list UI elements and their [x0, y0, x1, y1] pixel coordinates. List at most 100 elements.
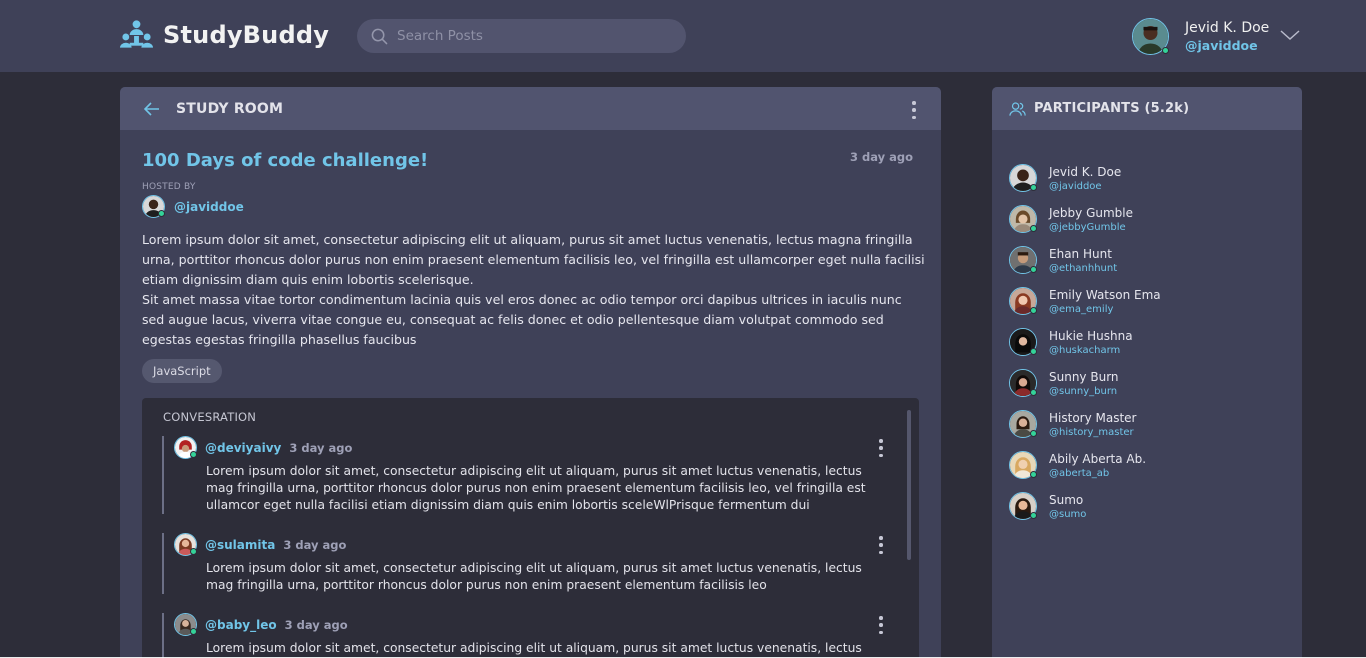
participant-item[interactable]: History Master @history_master [1009, 410, 1137, 438]
participants-title: PARTICIPANTS (5.2k) [1034, 101, 1190, 116]
study-room-label: STUDY ROOM [176, 100, 284, 117]
message-author[interactable]: @baby_leo [205, 618, 277, 632]
avatar[interactable] [1009, 451, 1037, 479]
message-time: 3 day ago [284, 617, 348, 632]
avatar[interactable] [1009, 164, 1037, 192]
participant-name: Sunny Burn [1049, 369, 1119, 384]
logo[interactable]: StudyBuddy [119, 18, 329, 52]
participant-item[interactable]: Abily Aberta Ab. @aberta_ab [1009, 451, 1146, 479]
room-timestamp: 3 day ago [849, 150, 913, 164]
arrow-left-icon[interactable] [144, 101, 160, 116]
participant-item[interactable]: Sunny Burn @sunny_burn [1009, 369, 1119, 397]
description-paragraph: Sit amet massa vitae tortor condimentum … [142, 292, 902, 347]
message-item: @sulamita 3 day ago Lorem ipsum dolor si… [162, 533, 862, 594]
participant-name: Hukie Hushna [1049, 328, 1133, 343]
participant-item[interactable]: Emily Watson Ema @ema_emily [1009, 287, 1161, 315]
avatar[interactable] [1009, 205, 1037, 233]
scrollbar[interactable] [907, 410, 911, 560]
search-bar[interactable] [357, 19, 686, 53]
room-title: 100 Days of code challenge! [142, 150, 429, 171]
participants-panel: PARTICIPANTS (5.2k) Jevid K. Doe @javiddo… [992, 87, 1302, 658]
participant-handle: @javiddoe [1049, 180, 1102, 192]
avatar[interactable] [1009, 287, 1037, 315]
topic-tag[interactable]: JavaScript [142, 359, 222, 383]
conversation-panel: CONVESRATION @deviyaivy 3 day ago Lorem … [142, 398, 919, 658]
online-indicator [1030, 225, 1037, 232]
message-body: Lorem ipsum dolor sit amet, consectetur … [206, 641, 862, 655]
avatar[interactable] [174, 613, 197, 636]
participant-handle: @ema_emily [1049, 303, 1114, 315]
online-indicator [1030, 389, 1037, 396]
online-indicator [1030, 266, 1037, 273]
study-room-panel: STUDY ROOM 100 Days of code challenge! 3… [120, 87, 941, 658]
host-avatar[interactable] [142, 195, 165, 218]
user-info: Jevid K. Doe @javiddoe [1185, 20, 1269, 54]
message-item: @baby_leo 3 day ago Lorem ipsum dolor si… [162, 613, 862, 658]
top-header: StudyBuddy Jevid K. Doe @javiddoe [0, 0, 1366, 72]
avatar[interactable] [1009, 369, 1037, 397]
message-time: 3 day ago [283, 537, 347, 552]
avatar[interactable] [1132, 18, 1169, 55]
participant-item[interactable]: Jebby Gumble @jebbyGumble [1009, 205, 1133, 233]
online-indicator [1030, 512, 1037, 519]
participant-name: Emily Watson Ema [1049, 287, 1161, 302]
participant-name: Sumo [1049, 492, 1084, 507]
participant-handle: @jebbyGumble [1049, 221, 1126, 233]
app-name: StudyBuddy [163, 21, 330, 49]
host-info[interactable]: @javiddoe [142, 195, 244, 218]
participant-handle: @sunny_burn [1049, 385, 1118, 397]
participant-item[interactable]: Hukie Hushna @huskacharm [1009, 328, 1133, 356]
online-indicator [1162, 47, 1169, 54]
participant-item[interactable]: Jevid K. Doe @javiddoe [1009, 164, 1121, 192]
online-indicator [1030, 348, 1037, 355]
online-indicator [190, 548, 197, 555]
logo-icon [119, 20, 154, 48]
participant-handle: @huskacharm [1049, 344, 1121, 356]
avatar[interactable] [1009, 492, 1037, 520]
participant-handle: @sumo [1049, 508, 1087, 520]
participant-handle: @aberta_ab [1049, 467, 1110, 479]
avatar[interactable] [174, 533, 197, 556]
participant-name: Jebby Gumble [1049, 205, 1133, 220]
participant-name: Ehan Hunt [1049, 246, 1112, 261]
participant-name: History Master [1049, 410, 1137, 425]
message-author[interactable]: @sulamita [205, 538, 275, 552]
description-paragraph: Lorem ipsum dolor sit amet, consectetur … [142, 232, 925, 287]
online-indicator [1030, 430, 1037, 437]
participant-handle: @history_master [1049, 426, 1134, 438]
room-description: Lorem ipsum dolor sit amet, consectetur … [142, 230, 927, 350]
user-handle: @javiddoe [1185, 38, 1258, 54]
conversation-label: CONVESRATION [163, 410, 257, 424]
message-time: 3 day ago [289, 440, 353, 455]
online-indicator [190, 628, 197, 635]
participant-item[interactable]: Sumo @sumo [1009, 492, 1086, 520]
search-icon [371, 28, 388, 44]
avatar[interactable] [174, 436, 197, 459]
study-room-header: STUDY ROOM [120, 87, 941, 130]
message-author[interactable]: @deviyaivy [205, 441, 281, 455]
participant-name: Abily Aberta Ab. [1049, 451, 1147, 466]
message-item: @deviyaivy 3 day ago Lorem ipsum dolor s… [162, 436, 866, 514]
participants-header: PARTICIPANTS (5.2k) [992, 87, 1302, 130]
message-body: Lorem ipsum dolor sit amet, consectetur … [206, 561, 862, 592]
participant-item[interactable]: Ehan Hunt @ethanhhunt [1009, 246, 1117, 274]
more-options-icon[interactable] [879, 616, 883, 634]
chevron-down-icon[interactable] [1279, 28, 1301, 42]
users-icon [1009, 101, 1026, 116]
avatar[interactable] [1009, 410, 1037, 438]
more-options-icon[interactable] [912, 101, 916, 119]
more-options-icon[interactable] [879, 536, 883, 554]
search-input[interactable] [397, 28, 667, 44]
message-body: Lorem ipsum dolor sit amet, consectetur … [206, 464, 866, 512]
online-indicator [190, 451, 197, 458]
online-indicator [158, 210, 165, 217]
user-menu[interactable]: Jevid K. Doe @javiddoe [1132, 18, 1269, 55]
hosted-by-label: HOSTED BY [142, 182, 196, 192]
user-name: Jevid K. Doe [1185, 19, 1270, 36]
online-indicator [1030, 471, 1037, 478]
more-options-icon[interactable] [879, 439, 883, 457]
avatar[interactable] [1009, 246, 1037, 274]
participant-handle: @ethanhhunt [1049, 262, 1118, 274]
host-handle[interactable]: @javiddoe [174, 200, 244, 214]
avatar[interactable] [1009, 328, 1037, 356]
